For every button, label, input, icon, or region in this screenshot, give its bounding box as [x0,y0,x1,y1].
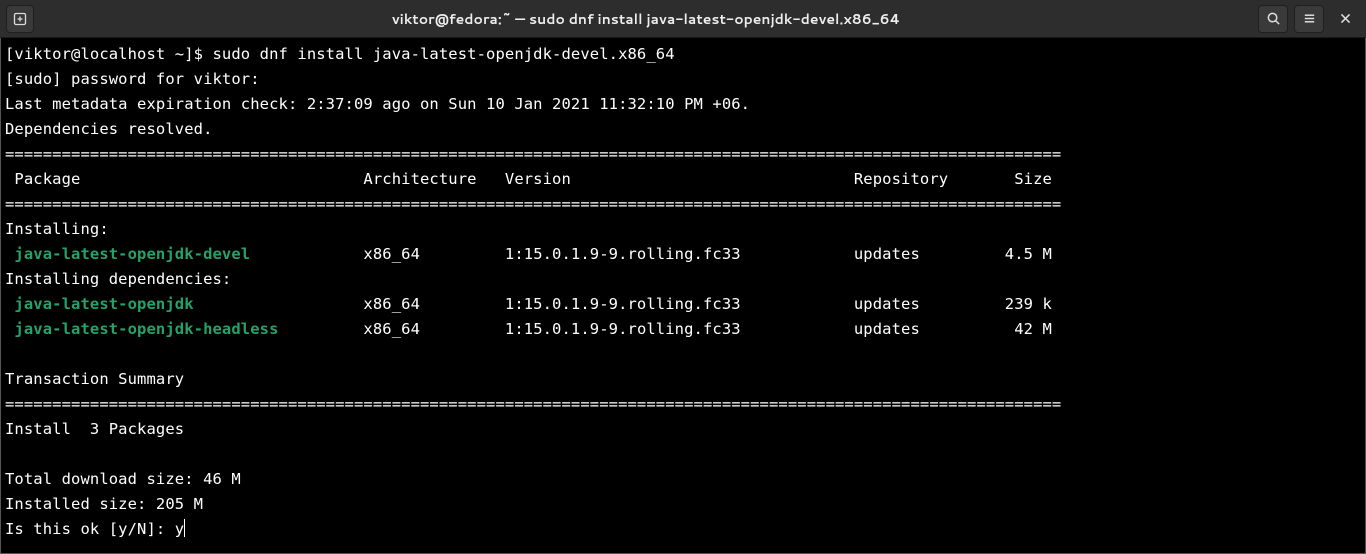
metadata-line: Last metadata expiration check: 2:37:09 … [5,95,750,113]
package-details: x86_64 1:15.0.1.9-9.rolling.fc33 updates… [279,320,1052,338]
package-row: java-latest-openjdk x86_64 1:15.0.1.9-9.… [5,295,1052,313]
total-download: Total download size: 46 M [5,470,241,488]
confirm-prompt: Is this ok [y/N]: [5,520,175,538]
search-button[interactable] [1258,5,1288,33]
terminal-output[interactable]: [viktor@localhost ~]$ sudo dnf install j… [0,38,1366,554]
window-titlebar: viktor@fedora:~ — sudo dnf install java-… [0,0,1366,38]
package-details: x86_64 1:15.0.1.9-9.rolling.fc33 updates… [250,245,1052,263]
table-header: Package Architecture Version Repository … [5,170,1052,188]
confirm-answer[interactable]: y [175,520,184,538]
package-name: java-latest-openjdk-devel [5,245,250,263]
package-name: java-latest-openjdk [5,295,194,313]
package-row: java-latest-openjdk-devel x86_64 1:15.0.… [5,245,1052,263]
new-tab-button[interactable] [6,5,34,33]
deps-resolved-line: Dependencies resolved. [5,120,213,138]
rule-line: ========================================… [5,195,1061,213]
installing-label: Installing: [5,220,109,238]
close-button[interactable] [1330,5,1360,33]
menu-button[interactable] [1294,5,1324,33]
rule-line: ========================================… [5,145,1061,163]
window-title: viktor@fedora:~ — sudo dnf install java-… [34,9,1258,29]
text-cursor [184,519,185,537]
install-count: Install 3 Packages [5,420,184,438]
transaction-summary: Transaction Summary [5,370,184,388]
package-row: java-latest-openjdk-headless x86_64 1:15… [5,320,1052,338]
close-icon [1339,12,1352,25]
new-tab-icon [12,11,28,27]
package-name: java-latest-openjdk-headless [5,320,279,338]
package-details: x86_64 1:15.0.1.9-9.rolling.fc33 updates… [194,295,1052,313]
installed-size: Installed size: 205 M [5,495,203,513]
hamburger-icon [1302,11,1317,26]
search-icon [1266,11,1281,26]
sudo-password-line: [sudo] password for viktor: [5,70,269,88]
installing-deps-label: Installing dependencies: [5,270,231,288]
prompt: [viktor@localhost ~]$ [5,45,213,63]
command-text: sudo dnf install java-latest-openjdk-dev… [213,45,675,63]
rule-line: ========================================… [5,395,1061,413]
